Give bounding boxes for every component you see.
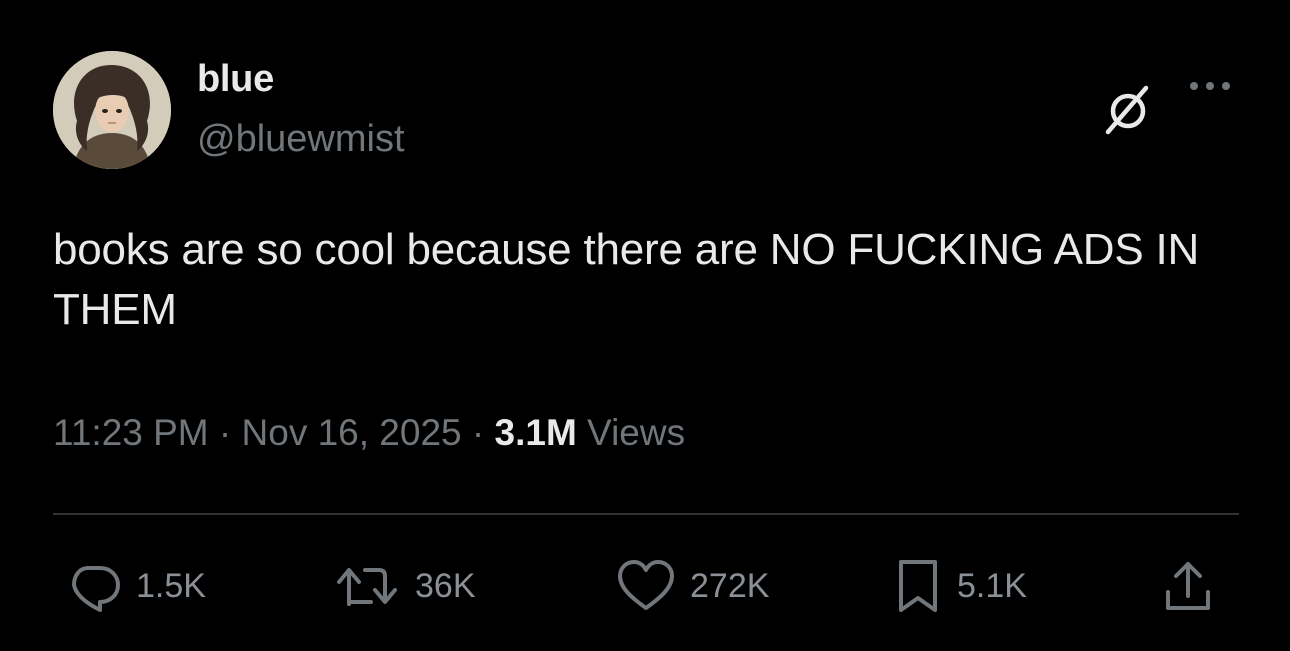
bookmark-icon <box>893 558 943 614</box>
tweet: blue @bluewmist books are so cool becaus… <box>0 0 1290 651</box>
repost-count: 36K <box>415 566 476 605</box>
reply-button[interactable]: 1.5K <box>66 558 206 614</box>
avatar[interactable] <box>53 51 171 169</box>
tweet-time[interactable]: 11:23 PM <box>53 412 209 453</box>
share-button[interactable] <box>1160 558 1216 614</box>
more-icon[interactable] <box>1186 76 1236 96</box>
avatar-image <box>53 51 171 169</box>
heart-icon <box>616 558 676 614</box>
share-icon <box>1160 558 1216 614</box>
repost-button[interactable]: 36K <box>335 558 476 614</box>
tweet-text: books are so cool because there are NO F… <box>53 225 1200 334</box>
grok-icon[interactable] <box>1100 82 1156 138</box>
bookmark-count: 5.1K <box>957 566 1027 605</box>
like-count: 272K <box>690 566 770 605</box>
divider <box>53 513 1239 515</box>
meta-separator: · <box>461 412 495 453</box>
reply-icon <box>66 558 122 614</box>
meta-separator: · <box>208 412 242 453</box>
views-count: 3.1M <box>494 412 577 453</box>
tweet-meta: 11:23 PM · Nov 16, 2025 · 3.1M Views <box>53 412 685 454</box>
repost-icon <box>335 558 401 614</box>
bookmark-button[interactable]: 5.1K <box>893 558 1027 614</box>
display-name[interactable]: blue <box>197 58 274 101</box>
like-button[interactable]: 272K <box>616 558 769 614</box>
tweet-date[interactable]: Nov 16, 2025 <box>242 412 462 453</box>
user-handle[interactable]: @bluewmist <box>197 118 405 161</box>
reply-count: 1.5K <box>136 566 206 605</box>
views-label: Views <box>576 412 686 453</box>
